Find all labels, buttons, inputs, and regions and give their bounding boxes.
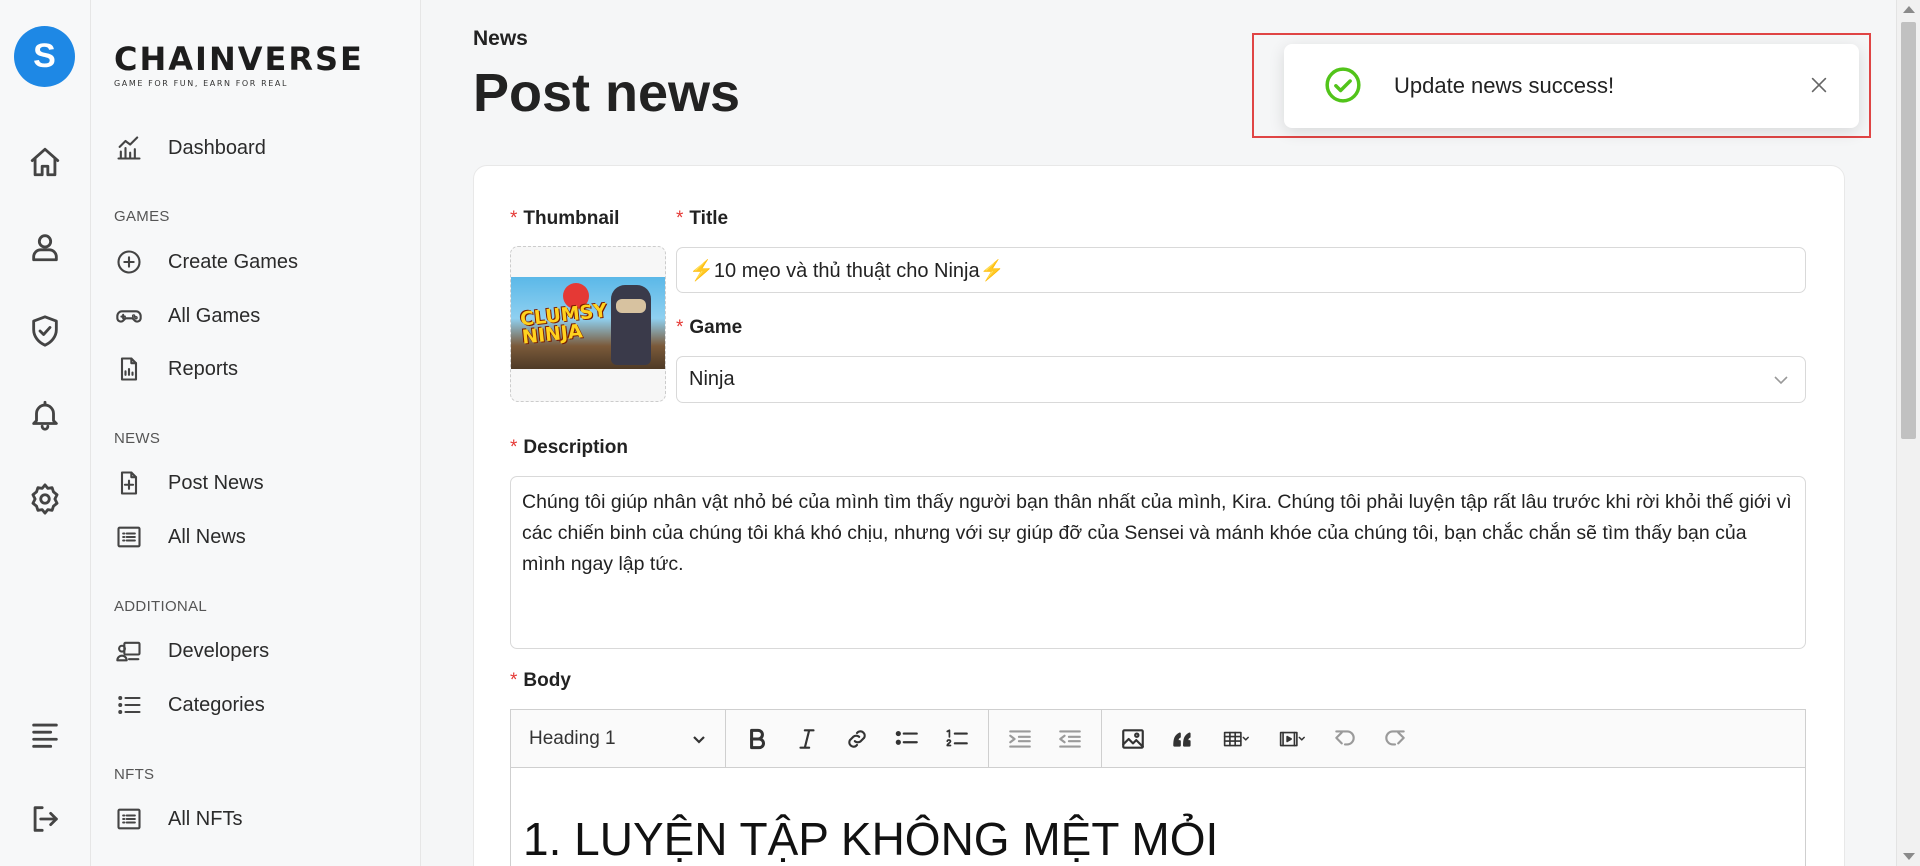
outdent-button[interactable]: [1045, 719, 1095, 759]
bulleted-list-button[interactable]: [882, 719, 932, 759]
list-box-icon: [114, 804, 144, 834]
gamepad-icon: [114, 301, 144, 331]
nav-item-label: Developers: [168, 639, 270, 662]
description-textarea[interactable]: Chúng tôi giúp nhân vật nhỏ bé của mình …: [510, 476, 1806, 649]
section-nfts: NFTS: [114, 766, 155, 783]
shield-check-icon[interactable]: [26, 312, 64, 350]
logout-icon[interactable]: [26, 800, 64, 838]
icon-rail: S: [0, 0, 91, 866]
chainverse-logo-icon[interactable]: S: [14, 26, 75, 87]
nav-item-categories[interactable]: Categories: [114, 688, 265, 722]
title-label: * Title: [676, 208, 729, 229]
nav-item-label: Dashboard: [168, 136, 266, 159]
indent-button[interactable]: [995, 719, 1045, 759]
breadcrumb[interactable]: News: [473, 27, 528, 51]
toast-message: Update news success!: [1394, 73, 1615, 98]
brand-name: CHAINVERSE: [114, 40, 364, 78]
nav-item-label: Post News: [168, 471, 264, 494]
nav-sidebar: CHAINVERSE GAME FOR FUN, EARN FOR REAL D…: [91, 0, 421, 866]
game-label: * Game: [676, 317, 743, 338]
body-rich-text-editor: Heading 1 1. LUYỆN TẬP KHÔNG MỆT MỎI: [510, 709, 1806, 866]
page-title: Post news: [473, 63, 741, 123]
toolbar-group-indent: [989, 709, 1102, 768]
nav-item-developers[interactable]: Developers: [114, 634, 269, 668]
blockquote-button[interactable]: [1158, 719, 1208, 759]
toast-highlight-frame: Update news success!: [1252, 33, 1871, 138]
nav-item-post-news[interactable]: Post News: [114, 466, 264, 500]
brand: CHAINVERSE GAME FOR FUN, EARN FOR REAL: [114, 40, 364, 88]
title-input[interactable]: ⚡10 mẹo và thủ thuật cho Ninja⚡: [676, 247, 1806, 293]
nav-item-label: Create Games: [168, 250, 299, 273]
toolbar-group-insert: [1102, 710, 1426, 768]
link-button[interactable]: [832, 719, 882, 759]
insert-media-button[interactable]: [1264, 719, 1320, 759]
body-label: * Body: [510, 670, 571, 691]
nav-item-label: All NFTs: [168, 807, 243, 830]
list-box-icon: [114, 522, 144, 552]
undo-button[interactable]: [1320, 719, 1370, 759]
heading-select[interactable]: Heading 1: [511, 709, 726, 768]
scroll-down-icon[interactable]: [1903, 853, 1915, 860]
nav-item-label: Categories: [168, 693, 265, 716]
nav-item-reports[interactable]: Reports: [114, 352, 238, 386]
plus-circle-icon: [114, 247, 144, 277]
editor-toolbar: Heading 1: [511, 709, 1805, 768]
insert-table-button[interactable]: [1208, 719, 1264, 759]
section-games: GAMES: [114, 208, 170, 225]
nav-item-all-nfts[interactable]: All NFTs: [114, 802, 242, 836]
nav-item-all-games[interactable]: All Games: [114, 299, 260, 333]
menu-icon[interactable]: [26, 716, 64, 754]
bold-button[interactable]: [732, 719, 782, 759]
toolbar-group-format: [726, 709, 989, 768]
nav-item-dashboard[interactable]: Dashboard: [114, 131, 266, 165]
thumbnail-upload[interactable]: CLUMSY NINJA: [510, 246, 666, 402]
insert-image-button[interactable]: [1108, 719, 1158, 759]
thumbnail-label: * Thumbnail: [510, 208, 620, 229]
gear-icon[interactable]: [26, 480, 64, 518]
section-news: NEWS: [114, 430, 161, 447]
chevron-down-icon: [693, 735, 705, 744]
numbered-list-button[interactable]: [932, 719, 982, 759]
section-additional: ADDITIONAL: [114, 598, 208, 615]
success-toast: Update news success!: [1284, 44, 1859, 128]
chart-icon: [114, 133, 144, 163]
game-select[interactable]: Ninja: [676, 356, 1806, 403]
brand-tagline: GAME FOR FUN, EARN FOR REAL: [114, 79, 289, 88]
nav-item-label: All Games: [168, 304, 261, 327]
post-news-form: * Thumbnail CLUMSY NINJA * Title ⚡10 mẹo v…: [473, 165, 1845, 866]
nav-item-all-news[interactable]: All News: [114, 520, 246, 554]
file-plus-icon: [114, 468, 144, 498]
close-icon[interactable]: [1808, 74, 1832, 98]
thumbnail-image: CLUMSY NINJA: [511, 277, 665, 369]
scroll-up-icon[interactable]: [1903, 6, 1915, 13]
home-icon[interactable]: [26, 143, 64, 181]
bell-icon[interactable]: [26, 396, 64, 434]
developer-icon: [114, 636, 144, 666]
italic-button[interactable]: [782, 719, 832, 759]
description-label: * Description: [510, 437, 628, 458]
nav-item-create-games[interactable]: Create Games: [114, 245, 298, 279]
user-icon[interactable]: [26, 228, 64, 266]
nav-item-label: All News: [168, 525, 246, 548]
editor-content[interactable]: 1. LUYỆN TẬP KHÔNG MỆT MỎI: [511, 812, 1805, 866]
redo-button[interactable]: [1370, 719, 1420, 759]
report-icon: [114, 354, 144, 384]
thumbnail-art-text: CLUMSY NINJA: [519, 299, 609, 349]
scrollbar-thumb[interactable]: [1901, 22, 1916, 439]
page-scrollbar[interactable]: [1896, 0, 1920, 866]
nav-item-label: Reports: [168, 357, 239, 380]
check-circle-icon: [1324, 66, 1362, 104]
body-heading: 1. LUYỆN TẬP KHÔNG MỆT MỎI: [523, 813, 1219, 865]
list-icon: [114, 690, 144, 720]
chevron-down-icon: [1771, 370, 1791, 390]
